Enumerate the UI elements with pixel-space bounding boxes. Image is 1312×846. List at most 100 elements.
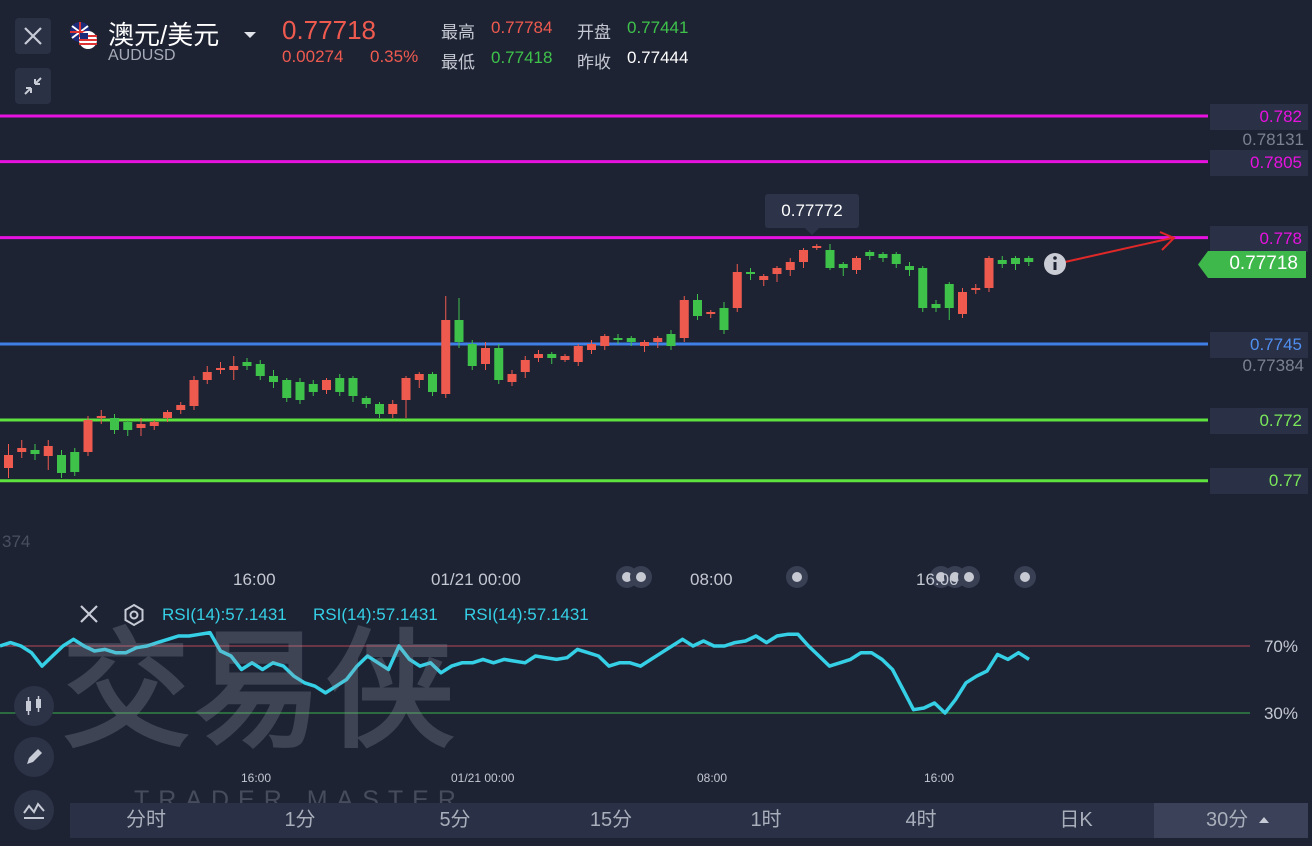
candle-body[interactable]	[640, 342, 649, 346]
candle-body[interactable]	[772, 268, 782, 274]
level-tag-077[interactable]: 0.77	[1210, 468, 1308, 494]
timeframe-15min[interactable]: 15分	[571, 803, 651, 838]
candle-body[interactable]	[242, 362, 252, 366]
candle-body[interactable]	[375, 404, 384, 414]
candle-body[interactable]	[984, 258, 994, 288]
candle-body[interactable]	[441, 320, 451, 394]
info-marker[interactable]	[1044, 253, 1066, 275]
candle-body[interactable]	[269, 376, 278, 382]
candle-body[interactable]	[136, 424, 146, 428]
candle-body[interactable]	[454, 320, 464, 342]
candle-body[interactable]	[216, 368, 225, 370]
level-tag-07805[interactable]: 0.7805	[1210, 150, 1308, 176]
candle-body[interactable]	[958, 292, 967, 314]
candle-body[interactable]	[57, 455, 66, 473]
candle-body[interactable]	[971, 288, 981, 290]
candle-body[interactable]	[891, 254, 901, 264]
candle-body[interactable]	[348, 378, 358, 396]
candle-body[interactable]	[176, 405, 186, 410]
candle-body[interactable]	[732, 272, 742, 308]
event-markers[interactable]	[616, 566, 1036, 588]
candle-body[interactable]	[706, 312, 716, 314]
timeframe-1min[interactable]: 1分	[260, 803, 340, 838]
candle-body[interactable]	[481, 348, 490, 364]
timeframe-active[interactable]: 30分	[1154, 803, 1308, 838]
candle-body[interactable]	[997, 260, 1007, 264]
candle-body[interactable]	[110, 418, 119, 430]
chart-type-button[interactable]	[14, 686, 54, 726]
candle-body[interactable]	[666, 334, 676, 346]
candle-body[interactable]	[335, 378, 345, 392]
candle-body[interactable]	[693, 300, 702, 316]
candle-body[interactable]	[494, 348, 504, 380]
candle-body[interactable]	[149, 422, 159, 426]
candle-body[interactable]	[96, 416, 106, 418]
candle-body[interactable]	[534, 354, 543, 358]
candle-body[interactable]	[163, 412, 172, 418]
candle-body[interactable]	[838, 264, 848, 268]
level-tag-07745[interactable]: 0.7745	[1210, 332, 1308, 358]
level-tag-0782[interactable]: 0.782	[1210, 104, 1308, 130]
candle-body[interactable]	[401, 378, 411, 400]
candle-body[interactable]	[123, 422, 133, 430]
candle-body[interactable]	[759, 276, 769, 280]
candle-body[interactable]	[17, 448, 27, 452]
timeframe-4h[interactable]: 4时	[881, 803, 961, 838]
candle-body[interactable]	[295, 382, 305, 400]
candle-body[interactable]	[189, 380, 199, 406]
candle-body[interactable]	[388, 404, 398, 414]
indicator-button[interactable]	[14, 790, 54, 830]
candle-body[interactable]	[785, 262, 795, 270]
candle-body[interactable]	[229, 366, 239, 370]
candle-body[interactable]	[613, 338, 623, 340]
candle-body[interactable]	[905, 266, 914, 270]
candle-body[interactable]	[679, 300, 689, 338]
candle-body[interactable]	[428, 374, 437, 392]
level-tag-0772[interactable]: 0.772	[1210, 408, 1308, 434]
candle-body[interactable]	[43, 446, 53, 456]
candle-body[interactable]	[918, 268, 928, 308]
candle-body[interactable]	[865, 252, 875, 256]
draw-tool-button[interactable]	[14, 737, 54, 777]
candle-body[interactable]	[70, 452, 80, 472]
candle-body[interactable]	[202, 372, 212, 380]
candle-body[interactable]	[1024, 258, 1034, 262]
trend-arrow-line[interactable]	[1055, 237, 1173, 265]
candle-body[interactable]	[587, 344, 596, 350]
candle-body[interactable]	[414, 374, 424, 380]
candle-body[interactable]	[878, 254, 888, 258]
candle-body[interactable]	[30, 450, 40, 454]
candle-body[interactable]	[83, 420, 93, 452]
timeframe-1h[interactable]: 1时	[726, 803, 806, 838]
candle-body[interactable]	[653, 338, 663, 342]
event-marker-dot	[636, 572, 646, 582]
candle-body[interactable]	[825, 250, 835, 268]
candle-body[interactable]	[361, 398, 371, 404]
candle-body[interactable]	[308, 384, 318, 392]
timeframe-5min[interactable]: 5分	[415, 803, 495, 838]
candle-body[interactable]	[799, 250, 808, 262]
candle-body[interactable]	[746, 272, 755, 274]
candle-body[interactable]	[812, 246, 822, 248]
candle-body[interactable]	[719, 308, 729, 330]
candle-body[interactable]	[852, 258, 861, 270]
candle-body[interactable]	[931, 304, 941, 308]
candle-body[interactable]	[1011, 258, 1020, 264]
level-tag-0778[interactable]: 0.778	[1210, 226, 1308, 252]
candle-body[interactable]	[560, 356, 570, 360]
candle-body[interactable]	[467, 344, 477, 366]
candle-body[interactable]	[547, 354, 557, 358]
candlestick-chart[interactable]	[0, 0, 1312, 600]
candle-body[interactable]	[626, 338, 636, 342]
candle-body[interactable]	[282, 380, 292, 398]
candle-body[interactable]	[944, 284, 954, 308]
candle-body[interactable]	[507, 374, 517, 382]
candle-body[interactable]	[520, 360, 530, 372]
timeframe-daily[interactable]: 日K	[1036, 803, 1116, 838]
candle-body[interactable]	[600, 336, 610, 346]
candle-body[interactable]	[255, 364, 265, 376]
candle-body[interactable]	[573, 346, 583, 362]
timeframe-tick[interactable]: 分时	[106, 803, 186, 838]
candle-body[interactable]	[4, 455, 13, 468]
candle-body[interactable]	[322, 380, 331, 390]
